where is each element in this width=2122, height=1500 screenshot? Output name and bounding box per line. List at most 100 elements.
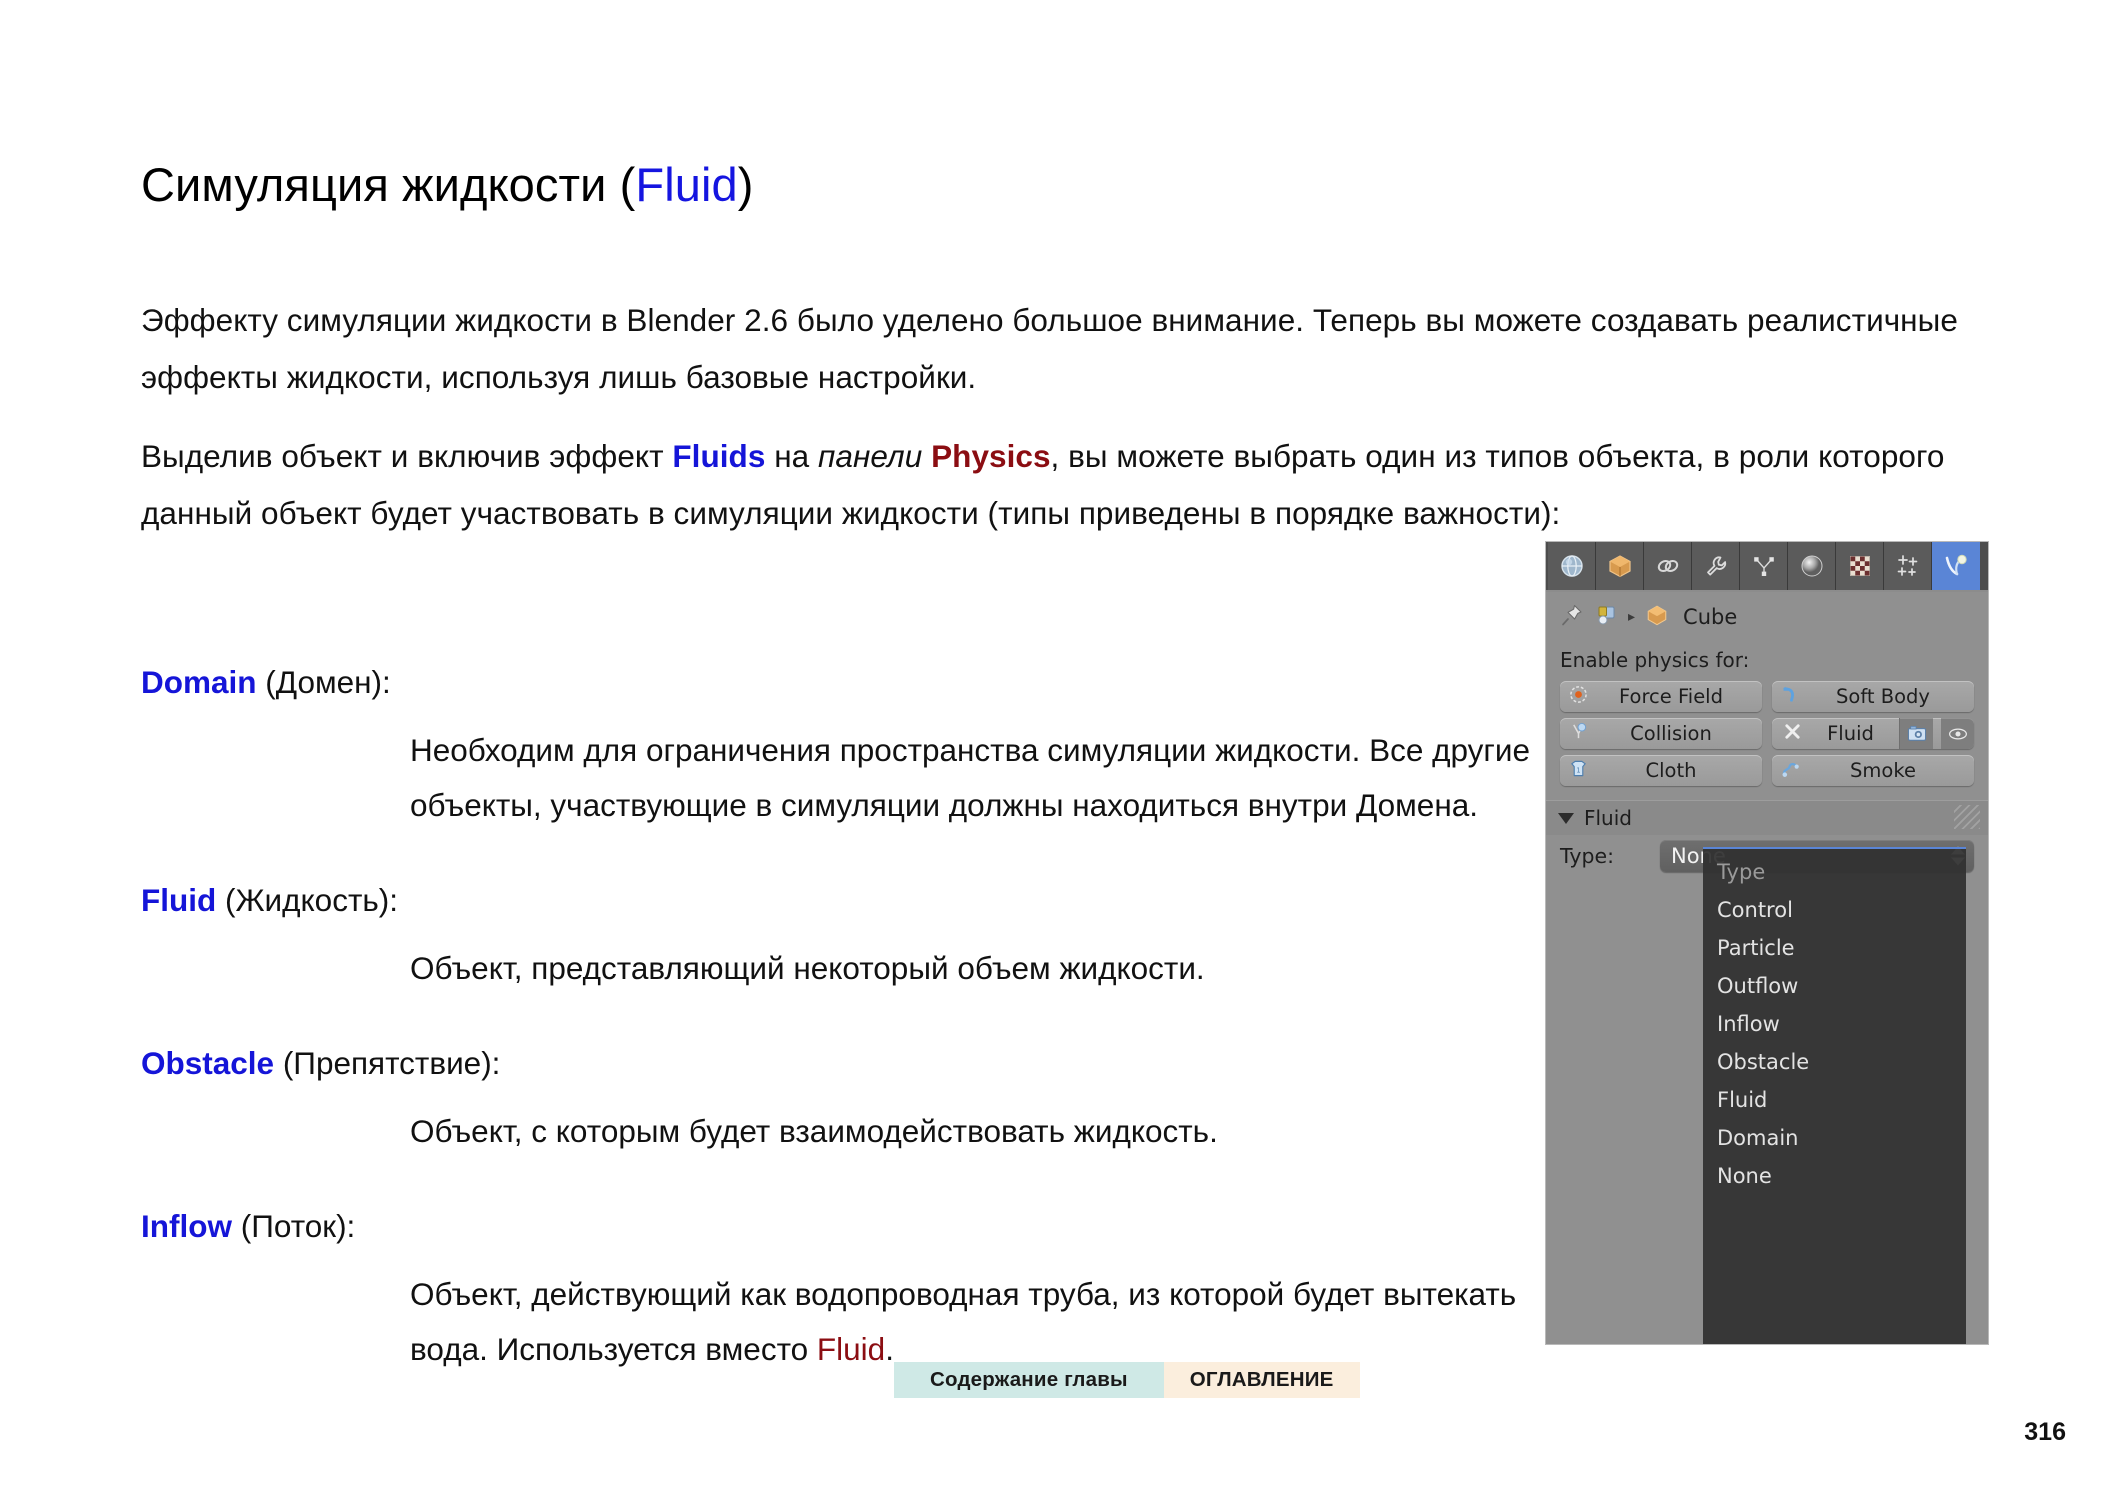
dropdown-item-outflow[interactable]: Outflow (1703, 967, 1966, 1005)
page-title-accent: Fluid (635, 158, 738, 212)
breadcrumb: ▸ Cube (1546, 592, 1988, 642)
enable-physics-section: Enable physics for: Force Field Soft Bod… (1546, 642, 1988, 794)
particles-tab[interactable] (1740, 542, 1788, 590)
definition-term-fluid: Fluid (Жидкость): (141, 873, 1561, 927)
material-tab[interactable] (1788, 542, 1836, 590)
smoke-button[interactable]: Smoke (1772, 755, 1974, 786)
intro-p2-part1: Выделив объект и включив эффект (141, 438, 673, 474)
effects-tab[interactable] (1884, 542, 1932, 590)
texture-tab[interactable] (1836, 542, 1884, 590)
definition-term-obstacle: Obstacle (Препятствие): (141, 1036, 1561, 1090)
fluid-label: Fluid (1827, 722, 1874, 745)
footer-navigation: Содержание главы ОГЛАВЛЕНИЕ (894, 1362, 1360, 1398)
definition-body-fluid: Объект, представляющий некоторый объем ж… (410, 950, 1205, 986)
term-label-en: Inflow (141, 1208, 232, 1244)
soft-body-label: Soft Body (1836, 685, 1930, 708)
smoke-icon (1781, 759, 1800, 783)
checker-icon (1847, 553, 1873, 579)
globe-icon (1559, 553, 1585, 579)
constraints-tab[interactable] (1644, 542, 1692, 590)
render-tab[interactable] (1548, 542, 1596, 590)
page-title-prefix: Симуляция жидкости ( (141, 158, 636, 212)
fluid-panel-title: Fluid (1584, 806, 1632, 830)
dropdown-item-fluid[interactable]: Fluid (1703, 1081, 1966, 1119)
cloth-button[interactable]: 1 Cloth (1560, 755, 1762, 786)
fluid-type-label: Type: (1560, 844, 1614, 868)
enable-physics-label: Enable physics for: (1560, 648, 1750, 672)
chevron-down-icon (1558, 812, 1574, 824)
wrench-icon (1703, 553, 1729, 579)
dropdown-header: Type (1717, 860, 1766, 884)
smoke-label: Smoke (1850, 759, 1916, 782)
page-title: Симуляция жидкости (Fluid) (141, 159, 754, 211)
keyword-fluid-inline: Fluid (816, 1331, 886, 1367)
term-label-en: Obstacle (141, 1045, 275, 1081)
svg-text:1: 1 (1576, 766, 1580, 774)
keyword-fluids: Fluids (672, 438, 766, 474)
modifiers-tab[interactable] (1692, 542, 1740, 590)
page-title-suffix: ) (737, 158, 754, 212)
cloth-icon: 1 (1569, 759, 1588, 783)
document-page: Симуляция жидкости (Fluid) Эффекту симул… (0, 0, 2122, 1500)
term-label-ru: (Поток): (231, 1208, 356, 1244)
fluid-panel-header[interactable]: Fluid (1546, 800, 1988, 835)
term-label-en: Domain (141, 664, 257, 700)
fluid-x-icon (1781, 722, 1802, 746)
fluid-button[interactable]: Fluid (1772, 718, 1974, 749)
intro-paragraph-2: Выделив объект и включив эффект Fluids н… (141, 428, 1981, 542)
term-label-en: Fluid (141, 882, 217, 918)
object-tab[interactable] (1596, 542, 1644, 590)
physics-button-grid: Force Field Soft Body Collision Fluid 1 … (1560, 681, 1974, 786)
properties-tab-strip (1546, 542, 1988, 592)
particles-icon (1751, 553, 1777, 579)
camera-icon[interactable] (1899, 718, 1933, 749)
intro-text-column: Эффекту симуляции жидкости в Blender 2.6… (141, 292, 1981, 542)
collision-button[interactable]: Collision (1560, 718, 1762, 749)
force-field-label: Force Field (1619, 685, 1723, 708)
term-label-ru: (Препятствие): (274, 1045, 501, 1081)
physics-tab[interactable] (1932, 542, 1980, 590)
fluid-type-dropdown[interactable]: Type Control Particle Outflow Inflow Obs… (1703, 847, 1966, 1344)
force-field-button[interactable]: Force Field (1560, 681, 1762, 712)
collision-icon (1569, 722, 1588, 746)
link-icon (1655, 553, 1681, 579)
dropdown-item-none[interactable]: None (1703, 1157, 1966, 1195)
blender-properties-panel: ▸ Cube Enable physics for: Force Field S… (1546, 542, 1988, 1344)
resize-grip-icon[interactable] (1954, 805, 1980, 829)
breadcrumb-object-name: Cube (1683, 605, 1738, 629)
breadcrumb-arrow: ▸ (1628, 609, 1636, 625)
dropdown-item-control[interactable]: Control (1703, 891, 1966, 929)
cloth-label: Cloth (1645, 759, 1697, 782)
definition-term-inflow: Inflow (Поток): (141, 1199, 1561, 1253)
table-of-contents-link[interactable]: ОГЛАВЛЕНИЕ (1163, 1362, 1360, 1398)
intro-p2-part3 (922, 438, 931, 474)
intro-paragraph-1: Эффекту симуляции жидкости в Blender 2.6… (141, 302, 1958, 395)
pin-icon[interactable] (1560, 603, 1584, 631)
dropdown-item-obstacle[interactable]: Obstacle (1703, 1043, 1966, 1081)
cube-object-icon (1645, 603, 1669, 631)
definition-body-domain: Необходим для ограничения пространства с… (410, 732, 1531, 823)
physics-icon (1943, 553, 1969, 579)
keyword-physics: Physics (931, 438, 1051, 474)
definition-body-obstacle: Объект, с которым будет взаимодействоват… (410, 1113, 1218, 1149)
dropdown-item-domain[interactable]: Domain (1703, 1119, 1966, 1157)
intro-p2-part2: на (765, 438, 819, 474)
definition-body-inflow-part1: Объект, действующий как водопроводная тр… (410, 1276, 1517, 1367)
soft-body-button[interactable]: Soft Body (1772, 681, 1974, 712)
definition-body-inflow-part2: . (885, 1331, 894, 1367)
object-data-icon[interactable] (1594, 603, 1618, 631)
definition-body-inflow: Объект, действующий как водопроводная тр… (141, 1267, 1561, 1377)
eye-icon[interactable] (1941, 718, 1974, 749)
definition-list: Domain (Домен): Необходим для ограничени… (141, 655, 1561, 1377)
term-label-ru: (Домен): (256, 664, 391, 700)
sparkles-icon (1895, 553, 1921, 579)
dropdown-item-particle[interactable]: Particle (1703, 929, 1966, 967)
force-field-icon (1569, 685, 1588, 709)
page-number: 316 (2024, 1418, 2066, 1446)
collision-label: Collision (1630, 722, 1712, 745)
soft-body-icon (1781, 685, 1800, 709)
cube-icon (1607, 553, 1633, 579)
chapter-contents-link[interactable]: Содержание главы (894, 1362, 1164, 1398)
definition-term-domain: Domain (Домен): (141, 655, 1561, 709)
dropdown-item-inflow[interactable]: Inflow (1703, 1005, 1966, 1043)
